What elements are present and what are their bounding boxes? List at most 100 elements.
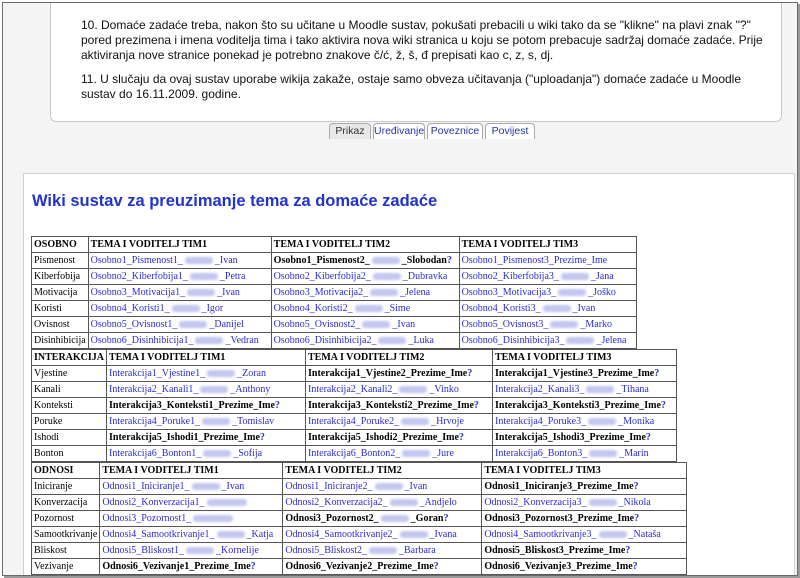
- topic-link-cell[interactable]: Osobno2_Kiberfobija1_ _Petra: [87, 268, 272, 285]
- topic-link[interactable]: Osobno5_Ovisnost3_: [462, 319, 549, 330]
- topic-link-cell[interactable]: Osobno6_Disinhibicija2_ _Luka: [270, 332, 460, 349]
- topic-link-cell[interactable]: Interakcija5_Ishodi3_Prezime_Ime?: [492, 429, 678, 446]
- topic-link-cell[interactable]: Odnosi4_Samootkrivanje2_ _Ivana: [282, 526, 483, 543]
- topic-link[interactable]: Osobno2_Kiberfobija1_: [91, 271, 188, 282]
- topic-link[interactable]: Odnosi3_Pozornost1_: [102, 513, 191, 524]
- topic-link[interactable]: Odnosi3_Pozornost3_Prezime_Ime: [484, 513, 634, 524]
- topic-link[interactable]: Interakcija6_Bonton3_: [495, 448, 587, 459]
- topic-link[interactable]: Osobno6_Disinhibicija2_: [274, 335, 377, 346]
- topic-link-cell[interactable]: Interakcija6_Bonton2_ _Jure: [305, 445, 494, 462]
- topic-link-cell[interactable]: Odnosi4_Samootkrivanje3_ _Nataša: [481, 526, 688, 543]
- topic-link[interactable]: Odnosi1_Iniciranje3_Prezime_Ime: [484, 481, 633, 492]
- topic-link-cell[interactable]: Interakcija4_Poruke2_ _Hrvoje: [305, 413, 494, 430]
- topic-link-cell[interactable]: Odnosi3_Pozornost1_: [99, 510, 284, 527]
- topic-link[interactable]: Osobno6_Disinhibicija1_: [91, 335, 194, 346]
- topic-link[interactable]: Odnosi2_Konverzacija2_: [285, 497, 387, 508]
- topic-link[interactable]: Osobno5_Ovisnost1_: [91, 319, 178, 330]
- topic-link[interactable]: Osobno1_Pismenost2_: [274, 255, 370, 266]
- topic-link[interactable]: Interakcija1_Vjestine2_Prezime_Ime: [308, 368, 467, 379]
- create-page-question-icon[interactable]: ?: [633, 561, 638, 572]
- topic-link-cell[interactable]: Interakcija3_Konteksti1_Prezime_Ime?: [106, 397, 307, 414]
- topic-link-cell[interactable]: Interakcija1_Vjestine1_ _Zoran: [106, 365, 307, 382]
- create-page-question-icon[interactable]: ?: [447, 255, 452, 266]
- topic-link[interactable]: Osobno3_Motivacija3_: [462, 287, 556, 298]
- create-page-question-icon[interactable]: ?: [275, 400, 280, 411]
- tab-poveznice[interactable]: Poveznice: [427, 123, 483, 139]
- topic-link-cell[interactable]: Odnosi6_Vezivanje2_Prezime_Ime?: [282, 558, 483, 575]
- topic-link[interactable]: Odnosi6_Vezivanje3_Prezime_Ime: [484, 561, 632, 572]
- topic-link[interactable]: Odnosi6_Vezivanje1_Prezime_Ime: [102, 561, 250, 572]
- topic-link[interactable]: Interakcija4_Poruke2_: [308, 416, 399, 427]
- topic-link-cell[interactable]: Osobno5_Ovisnost2_ _Ivan: [270, 316, 460, 333]
- topic-link-cell[interactable]: Odnosi1_Iniciranje2_ _Ivan: [282, 478, 483, 495]
- topic-link-cell[interactable]: Odnosi1_Iniciranje1_ _Ivan: [99, 478, 284, 495]
- create-page-question-icon[interactable]: ?: [474, 400, 479, 411]
- topic-link-cell[interactable]: Osobno4_Koristi2_ _Sime: [270, 300, 460, 317]
- create-page-question-icon[interactable]: ?: [260, 432, 265, 443]
- topic-link[interactable]: Osobno6_Disinhibicija3_: [462, 335, 565, 346]
- topic-link[interactable]: Interakcija2_Kanali1_: [109, 384, 198, 395]
- topic-link-cell[interactable]: Odnosi5_Bliskost3_Prezime_Ime?: [481, 542, 688, 559]
- create-page-question-icon[interactable]: ?: [467, 368, 472, 379]
- topic-link[interactable]: Interakcija6_Bonton2_: [308, 448, 400, 459]
- topic-link-cell[interactable]: Interakcija3_Konteksti3_Prezime_Ime?: [492, 397, 678, 414]
- create-page-question-icon[interactable]: ?: [654, 368, 659, 379]
- topic-link[interactable]: Interakcija2_Kanali2_: [308, 384, 397, 395]
- topic-link-cell[interactable]: Osobno2_Kiberfobija2_ _Dubravka: [270, 268, 460, 285]
- topic-link-cell[interactable]: Interakcija5_Ishodi1_Prezime_Ime?: [106, 429, 307, 446]
- tab-uredivanje[interactable]: Uređivanje: [373, 123, 425, 139]
- create-page-question-icon[interactable]: ?: [634, 481, 639, 492]
- topic-link-cell[interactable]: Interakcija5_Ishodi2_Prezime_Ime?: [305, 429, 494, 446]
- create-page-question-icon[interactable]: ?: [443, 513, 448, 524]
- topic-link[interactable]: Odnosi5_Bliskost1_: [102, 545, 184, 556]
- topic-link-cell[interactable]: Interakcija3_Konteksti2_Prezime_Ime?: [305, 397, 494, 414]
- topic-link-cell[interactable]: Osobno1_Pismenost2_ _Slobodan?: [270, 252, 460, 269]
- create-page-question-icon[interactable]: ?: [434, 561, 439, 572]
- create-page-question-icon[interactable]: ?: [634, 513, 639, 524]
- topic-link[interactable]: Osobno4_Koristi3_: [462, 303, 541, 314]
- topic-link-cell[interactable]: Osobno2_Kiberfobija3_ _Jana: [458, 268, 637, 285]
- topic-link-cell[interactable]: Odnosi3_Pozornost2_ _Goran?: [282, 510, 483, 527]
- topic-link[interactable]: Odnosi2_Konverzacija1_: [102, 497, 204, 508]
- topic-link-cell[interactable]: Interakcija4_Poruke1_ _Tomislav: [106, 413, 307, 430]
- topic-link[interactable]: Odnosi5_Bliskost2_: [285, 545, 367, 556]
- topic-link-cell[interactable]: Interakcija6_Bonton1_ _Sofija: [106, 445, 307, 462]
- create-page-question-icon[interactable]: ?: [625, 545, 630, 556]
- topic-link-cell[interactable]: Odnosi5_Bliskost1_ _Kornelije: [99, 542, 284, 559]
- topic-link-cell[interactable]: Interakcija2_Kanali3_ _Tihana: [492, 381, 678, 398]
- topic-link[interactable]: Interakcija6_Bonton1_: [109, 448, 201, 459]
- topic-link[interactable]: Osobno2_Kiberfobija2_: [274, 271, 371, 282]
- topic-link[interactable]: Osobno2_Kiberfobija3_: [462, 271, 559, 282]
- topic-link[interactable]: Interakcija2_Kanali3_: [495, 384, 584, 395]
- topic-link-cell[interactable]: Odnosi3_Pozornost3_Prezime_Ime?: [481, 510, 688, 527]
- topic-link[interactable]: Odnosi6_Vezivanje2_Prezime_Ime: [285, 561, 433, 572]
- create-page-question-icon[interactable]: ?: [661, 400, 666, 411]
- topic-link[interactable]: Interakcija1_Vjestine3_Prezime_Ime: [495, 368, 654, 379]
- topic-link[interactable]: Osobno4_Koristi2_: [274, 303, 353, 314]
- create-page-question-icon[interactable]: ?: [646, 432, 651, 443]
- topic-link-cell[interactable]: Interakcija1_Vjestine3_Prezime_Ime?: [492, 365, 678, 382]
- topic-link-cell[interactable]: Interakcija2_Kanali2_ _Vinko: [305, 381, 494, 398]
- topic-link[interactable]: Odnosi4_Samootkrivanje3_: [484, 529, 596, 540]
- topic-link-cell[interactable]: Odnosi2_Konverzacija1_: [99, 494, 284, 511]
- topic-link[interactable]: Odnosi2_Konverzacija3_: [484, 497, 586, 508]
- topic-link-cell[interactable]: Osobno6_Disinhibicija3_ _Jelena: [458, 332, 637, 349]
- topic-link-cell[interactable]: Odnosi5_Bliskost2_ _Barbara: [282, 542, 483, 559]
- topic-link-cell[interactable]: Odnosi6_Vezivanje3_Prezime_Ime?: [481, 558, 688, 575]
- topic-link-cell[interactable]: Odnosi2_Konverzacija2_ _Andjelo: [282, 494, 483, 511]
- topic-link[interactable]: Odnosi1_Iniciranje2_: [285, 481, 372, 492]
- topic-link-cell[interactable]: Osobno5_Ovisnost1_ _Danijel: [87, 316, 272, 333]
- topic-link[interactable]: Odnosi4_Samootkrivanje2_: [285, 529, 397, 540]
- topic-link-cell[interactable]: Osobno6_Disinhibicija1_ _Vedran: [87, 332, 272, 349]
- tab-prikaz[interactable]: Prikaz: [329, 123, 371, 139]
- topic-link[interactable]: Interakcija4_Poruke1_: [109, 416, 200, 427]
- topic-link[interactable]: Interakcija5_Ishodi2_Prezime_Ime: [308, 432, 459, 443]
- topic-link[interactable]: Odnosi4_Samootkrivanje1_: [102, 529, 214, 540]
- topic-link-cell[interactable]: Odnosi2_Konverzacija3_ _Nikola: [481, 494, 688, 511]
- topic-link[interactable]: Odnosi5_Bliskost3_Prezime_Ime: [484, 545, 625, 556]
- topic-link[interactable]: Osobno1_Pismenost1_: [91, 255, 183, 266]
- topic-link[interactable]: Osobno1_Pismenost3_Prezime_Ime: [462, 255, 608, 266]
- topic-link[interactable]: Interakcija3_Konteksti3_Prezime_Ime: [495, 400, 661, 411]
- topic-link-cell[interactable]: Osobno3_Motivacija2_ _Jelena: [270, 284, 460, 301]
- topic-link[interactable]: Osobno3_Motivacija2_: [274, 287, 368, 298]
